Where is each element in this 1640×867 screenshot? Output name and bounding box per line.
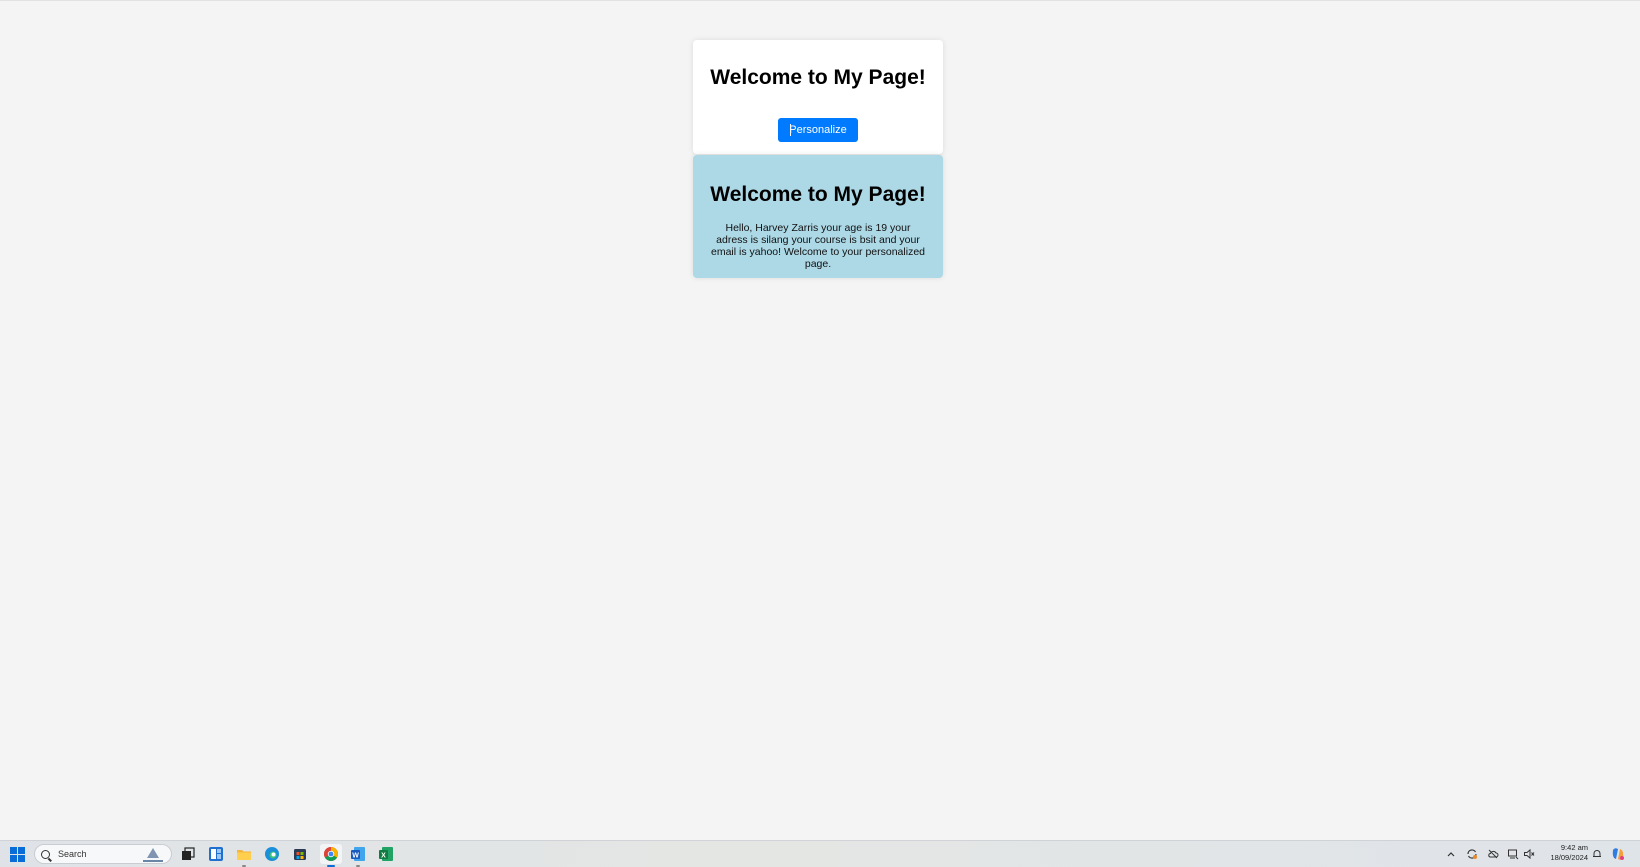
chrome-icon [324,847,338,861]
taskbar-search-box[interactable]: Search [34,844,172,864]
store-button[interactable] [292,844,308,864]
excel-button[interactable]: X [378,844,394,864]
tray-cloud-button[interactable] [1487,844,1499,864]
edge-icon [265,847,279,861]
network-icon [1508,849,1519,860]
word-icon: W [351,847,365,861]
store-icon [294,849,306,860]
widgets-button[interactable] [208,844,224,864]
volume-muted-icon [1524,848,1535,860]
personalize-button-label: Personalize [789,124,847,136]
word-button[interactable]: W [350,844,366,867]
widgets-icon [209,847,223,861]
chevron-up-icon [1447,852,1455,857]
taskbar-clock[interactable]: 9:42 am 18/09/2024 [1550,843,1588,863]
search-highlight-icon [143,848,163,862]
personalize-button[interactable]: Personalize [778,118,858,142]
chrome-button[interactable] [320,844,342,867]
cloud-off-icon [1488,849,1499,859]
copilot-button[interactable] [1610,844,1626,864]
browser-viewport: Welcome to My Page! Personalize Welcome … [0,0,1640,840]
text-cursor [790,124,791,136]
excel-icon: X [379,847,393,861]
tray-volume-button[interactable] [1523,844,1535,864]
edge-button[interactable] [264,844,280,864]
search-placeholder: Search [58,849,87,859]
personalized-heading: Welcome to My Page! [710,183,926,206]
windows-taskbar: Search W X 9:42 am 18/09/2024 [0,840,1640,867]
task-view-button[interactable] [180,844,196,864]
clock-date: 18/09/2024 [1550,853,1588,862]
copilot-icon [1612,848,1624,860]
tray-sync-button[interactable] [1466,844,1478,864]
task-view-icon [182,847,195,860]
clock-time: 9:42 am [1560,843,1588,852]
welcome-card: Welcome to My Page! Personalize [693,40,943,154]
notification-icon [1593,850,1601,857]
tray-notification-button[interactable] [1591,844,1603,864]
file-explorer-icon [237,850,251,860]
sync-icon [1467,849,1477,859]
welcome-heading: Welcome to My Page! [710,66,926,89]
show-hidden-icons-button[interactable] [1446,844,1456,864]
svg-text:W: W [352,852,359,859]
windows-start-icon [9,846,25,862]
svg-text:X: X [381,852,386,859]
tray-network-button[interactable] [1507,844,1519,864]
start-button[interactable] [8,844,26,864]
personalized-message: Hello, Harvey Zarris your age is 19 your… [711,222,925,270]
search-icon [41,849,50,859]
personalized-card: Welcome to My Page! Hello, Harvey Zarris… [693,155,943,278]
file-explorer-button[interactable] [236,844,252,867]
